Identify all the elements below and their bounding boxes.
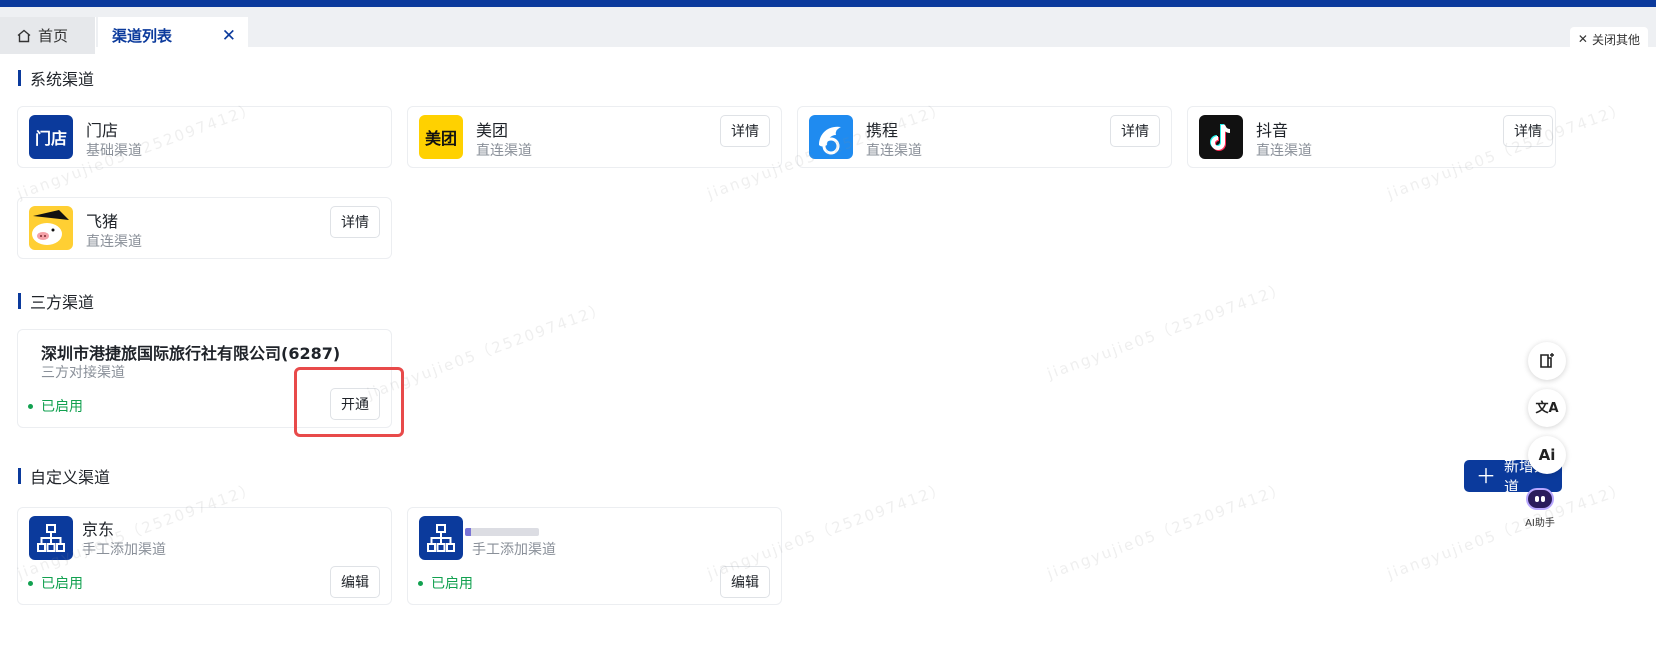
channel-card-meituan: 美团 美团 直连渠道 详情 — [407, 106, 782, 168]
close-tab-icon[interactable]: ✕ — [222, 26, 236, 46]
ai-assistant-label: AI助手 — [1525, 518, 1555, 529]
store-logo: 门店 — [29, 115, 73, 159]
ai-assistant-icon — [1526, 488, 1554, 510]
channel-type: 直连渠道 — [476, 143, 532, 159]
edit-button[interactable]: 编辑 — [720, 566, 770, 598]
channel-card-ctrip: 携程 直连渠道 详情 — [797, 106, 1172, 168]
channel-name: 京东 — [82, 520, 115, 539]
channel-name: 抖音 — [1256, 121, 1289, 140]
close-icon: ✕ — [1577, 32, 1588, 46]
channel-card-douyin: 抖音 直连渠道 详情 — [1187, 106, 1556, 168]
channel-name: 飞猪 — [86, 212, 119, 231]
detail-button[interactable]: 详情 — [720, 115, 770, 147]
meituan-logo: 美团 — [419, 115, 463, 159]
detail-button[interactable]: 详情 — [1503, 115, 1553, 147]
channel-card-jd: 京东 手工添加渠道 已启用 编辑 — [17, 507, 392, 605]
tab-home[interactable]: 首页 — [0, 17, 96, 54]
tab-home-label: 首页 — [38, 27, 69, 45]
highlight-box — [294, 367, 404, 437]
section-title-custom: 自定义渠道 — [18, 466, 110, 487]
edit-button[interactable]: 编辑 — [330, 566, 380, 598]
ai-icon[interactable]: Ai — [1528, 436, 1566, 474]
douyin-note-icon — [1199, 115, 1243, 159]
redacted-name — [465, 528, 539, 536]
plus-icon: ＋ — [1476, 464, 1496, 488]
channel-name: 美团 — [476, 121, 509, 140]
channel-type: 直连渠道 — [1256, 143, 1312, 159]
section-title-system: 系统渠道 — [18, 68, 94, 89]
org-chart-icon — [29, 516, 73, 560]
close-others-label: 关闭其他 — [1591, 32, 1640, 47]
status-enabled: 已启用 — [418, 573, 473, 593]
section-title-third-party: 三方渠道 — [18, 291, 94, 312]
ai-assistant-button[interactable]: AI助手 — [1518, 486, 1562, 529]
fliggy-pig-icon — [29, 206, 73, 250]
status-enabled: 已启用 — [28, 396, 83, 416]
channel-card-fliggy: 飞猪 直连渠道 详情 — [17, 197, 392, 259]
detail-button[interactable]: 详情 — [330, 206, 380, 238]
watermark: jiangyujie05（2520974​12） — [1044, 479, 1290, 583]
ctrip-dolphin-icon — [809, 115, 853, 159]
channel-type: 三方对接渠道 — [41, 365, 125, 381]
channel-card-store: 门店 门店 基础渠道 — [17, 106, 392, 168]
watermark: jiangyujie05（2520974​12） — [1044, 279, 1290, 383]
channel-type: 基础渠道 — [86, 143, 142, 159]
channel-name: 门店 — [86, 121, 119, 140]
channel-card-custom: 手工添加渠道 已启用 编辑 — [407, 507, 782, 605]
org-chart-icon — [419, 516, 463, 560]
top-accent-bar — [0, 0, 1656, 7]
home-icon — [17, 29, 31, 42]
detail-button[interactable]: 详情 — [1110, 115, 1160, 147]
channel-name: 携程 — [866, 121, 899, 140]
channel-type: 手工添加渠道 — [472, 542, 556, 558]
tab-channel-list-label: 渠道列表 — [112, 27, 173, 45]
channel-type: 手工添加渠道 — [82, 542, 166, 558]
channel-type: 直连渠道 — [86, 234, 142, 250]
tab-bar: 首页 渠道列表 ✕ ✕ 关闭其他 — [0, 7, 1656, 54]
translate-icon[interactable]: 文A — [1528, 389, 1566, 427]
channel-type: 直连渠道 — [866, 143, 922, 159]
channel-name: 深圳市港捷旅国际旅行社有限公司(6287) — [41, 344, 341, 363]
book-sparkle-icon[interactable] — [1528, 342, 1566, 380]
close-others-button[interactable]: ✕ 关闭其他 — [1569, 27, 1648, 51]
tab-channel-list[interactable]: 渠道列表 ✕ — [98, 17, 248, 54]
status-enabled: 已启用 — [28, 573, 83, 593]
